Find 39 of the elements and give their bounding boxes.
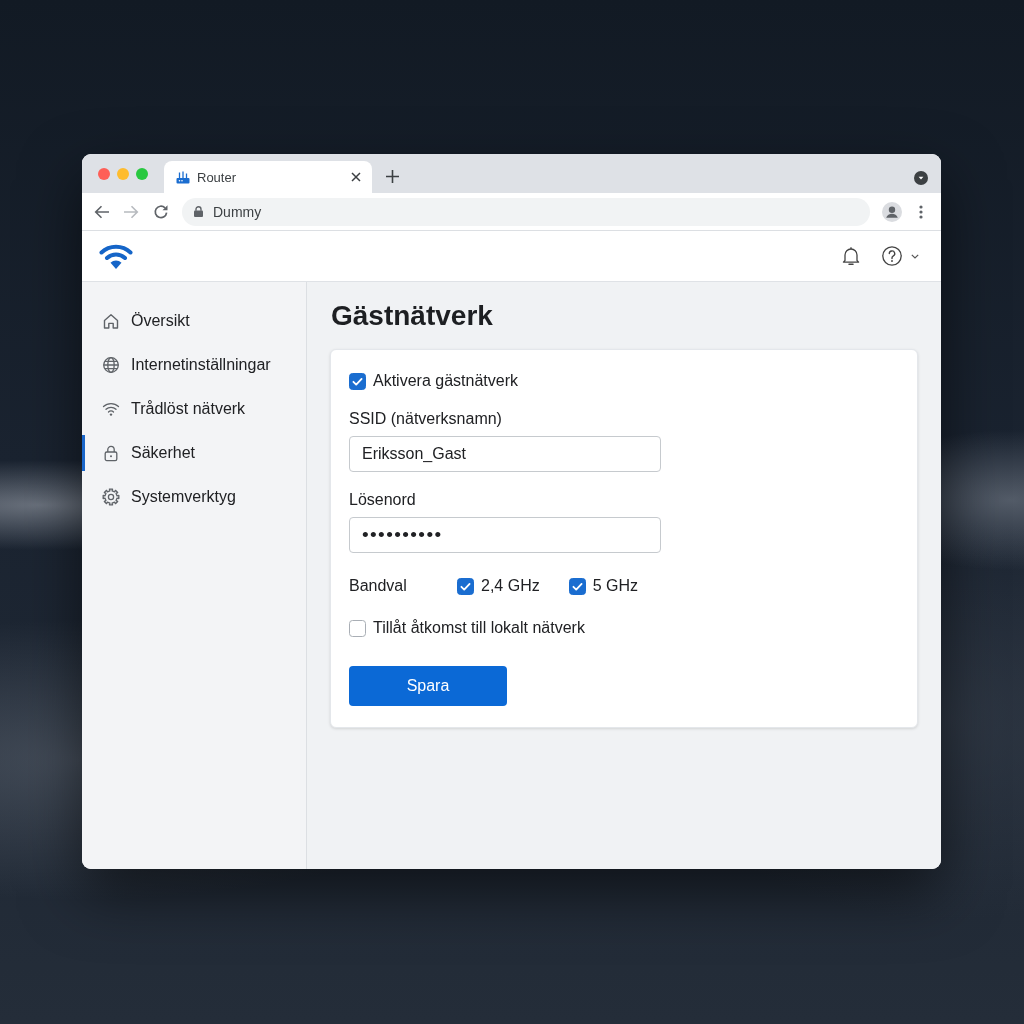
- field-label: Bandval: [349, 577, 408, 595]
- help-icon[interactable]: [882, 246, 902, 266]
- lock-icon: [102, 444, 120, 462]
- password-field[interactable]: ••••••••••: [349, 517, 661, 553]
- checkbox-label: 2,4 GHz: [481, 577, 540, 595]
- dropdown-icon[interactable]: [914, 171, 928, 185]
- lock-icon: [194, 206, 203, 217]
- checkbox[interactable]: [349, 372, 366, 390]
- checkbox-label: Tillåt åtkomst till lokalt nätverk: [373, 619, 585, 637]
- address-bar[interactable]: Dummy: [182, 197, 870, 226]
- chevron-down-icon[interactable]: [911, 253, 919, 259]
- field-label: SSID (nätverksnamn): [349, 409, 502, 429]
- router-icon: [176, 170, 190, 184]
- wifi-logo[interactable]: [99, 242, 133, 270]
- globe-icon: [102, 356, 120, 374]
- ssid-field[interactable]: Eriksson_Gast: [349, 436, 661, 472]
- sidebar-item[interactable]: Internetinställningar: [82, 347, 306, 383]
- checkbox[interactable]: [568, 577, 586, 595]
- sidebar-item[interactable]: Trådlöst nätverk: [82, 391, 306, 427]
- checkbox-label: 5 GHz: [592, 577, 639, 595]
- checkbox[interactable]: [349, 619, 366, 637]
- reload-icon[interactable]: [153, 203, 169, 220]
- sidebar-item[interactable]: Systemverktyg: [82, 479, 306, 515]
- save-button[interactable]: Spara: [349, 666, 507, 706]
- bell-icon[interactable]: [842, 246, 860, 266]
- close-icon[interactable]: [351, 172, 361, 182]
- more-icon[interactable]: [919, 204, 923, 219]
- checkbox[interactable]: [457, 577, 474, 595]
- home-icon: [102, 312, 120, 330]
- field-label: Lösenord: [349, 490, 416, 510]
- page-title: Gästnätverk: [331, 299, 493, 333]
- avatar-icon[interactable]: [882, 201, 902, 222]
- wifi-icon: [102, 400, 120, 418]
- gear-icon: [102, 488, 120, 506]
- back-icon[interactable]: [94, 204, 110, 219]
- checkbox-label: Aktivera gästnätverk: [373, 372, 518, 390]
- sidebar-item[interactable]: Översikt: [82, 303, 306, 339]
- browser-tab[interactable]: Router: [164, 161, 372, 193]
- plus-icon[interactable]: [386, 170, 399, 183]
